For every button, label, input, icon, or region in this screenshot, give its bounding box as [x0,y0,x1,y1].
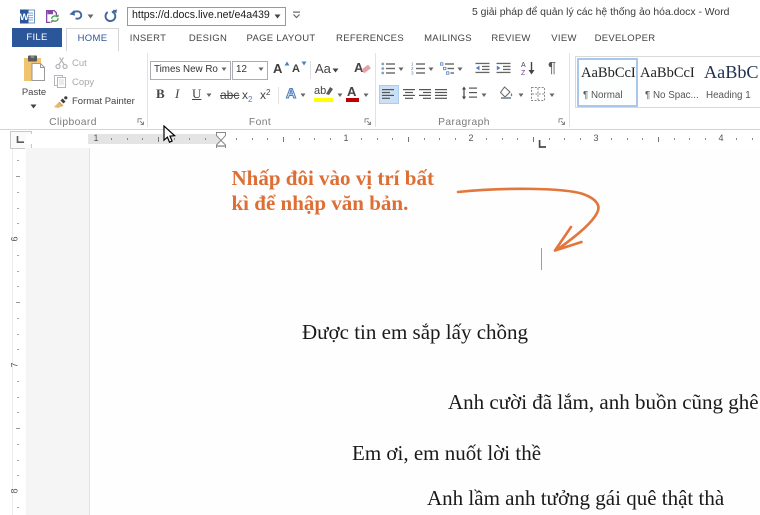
svg-text:3: 3 [411,71,414,75]
svg-text:W: W [20,12,29,23]
svg-text:Z: Z [521,70,526,76]
svg-text:A: A [521,62,526,69]
